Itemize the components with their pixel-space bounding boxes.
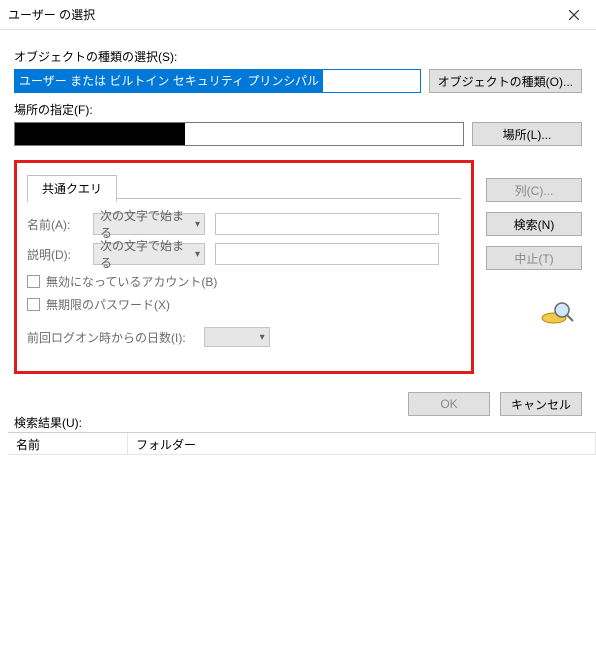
common-query-panel: 共通クエリ 名前(A): 次の文字で始まる ▾ 説明(D): 次の文字で始まる …	[14, 160, 474, 374]
name-match-value: 次の文字で始まる	[100, 207, 195, 241]
name-label: 名前(A):	[27, 216, 83, 233]
close-button[interactable]	[552, 0, 596, 30]
location-field[interactable]	[14, 122, 464, 146]
columns-button[interactable]: 列(C)...	[486, 178, 582, 202]
tab-common-query[interactable]: 共通クエリ	[27, 175, 117, 202]
days-since-logon-combo[interactable]: ▾	[204, 327, 270, 347]
disabled-accounts-checkbox[interactable]	[27, 275, 40, 288]
desc-match-value: 次の文字で始まる	[100, 237, 195, 271]
location-value-redacted	[15, 123, 185, 145]
disabled-accounts-label: 無効になっているアカウント(B)	[46, 273, 217, 290]
search-button[interactable]: 検索(N)	[486, 212, 582, 236]
ok-button[interactable]: OK	[408, 392, 490, 416]
name-match-combo[interactable]: 次の文字で始まる ▾	[93, 213, 205, 235]
col-name[interactable]: 名前	[8, 433, 128, 454]
chevron-down-icon: ▾	[195, 219, 200, 230]
find-icon	[540, 300, 574, 329]
desc-input[interactable]	[215, 243, 439, 265]
days-since-logon-label: 前回ログオン時からの日数(I):	[27, 329, 186, 346]
locations-button[interactable]: 場所(L)...	[472, 122, 582, 146]
results-header: 名前 フォルダー	[8, 433, 596, 455]
results-body[interactable]	[8, 455, 596, 666]
close-icon	[569, 10, 579, 20]
location-label: 場所の指定(F):	[14, 101, 582, 118]
titlebar: ユーザー の選択	[0, 0, 596, 30]
object-type-field[interactable]: ユーザー または ビルトイン セキュリティ プリンシパル	[14, 69, 421, 93]
object-type-label: オブジェクトの種類の選択(S):	[14, 48, 582, 65]
nonexpiring-pw-label: 無期限のパスワード(X)	[46, 296, 170, 313]
desc-match-combo[interactable]: 次の文字で始まる ▾	[93, 243, 205, 265]
window-title: ユーザー の選択	[8, 6, 552, 23]
stop-button[interactable]: 中止(T)	[486, 246, 582, 270]
object-type-value: ユーザー または ビルトイン セキュリティ プリンシパル	[15, 70, 323, 92]
chevron-down-icon: ▾	[195, 249, 200, 260]
chevron-down-icon: ▾	[260, 332, 265, 343]
object-types-button[interactable]: オブジェクトの種類(O)...	[429, 69, 582, 93]
col-folder[interactable]: フォルダー	[128, 433, 596, 454]
cancel-button[interactable]: キャンセル	[500, 392, 582, 416]
results-grid: 名前 フォルダー	[8, 432, 596, 666]
desc-label: 説明(D):	[27, 246, 83, 263]
right-button-column: 列(C)... 検索(N) 中止(T)	[486, 178, 582, 270]
dialog-buttons: OK キャンセル	[408, 392, 582, 416]
results-label: 検索結果(U):	[14, 414, 82, 431]
name-input[interactable]	[215, 213, 439, 235]
nonexpiring-pw-checkbox[interactable]	[27, 298, 40, 311]
tabstrip: 共通クエリ	[27, 175, 461, 199]
